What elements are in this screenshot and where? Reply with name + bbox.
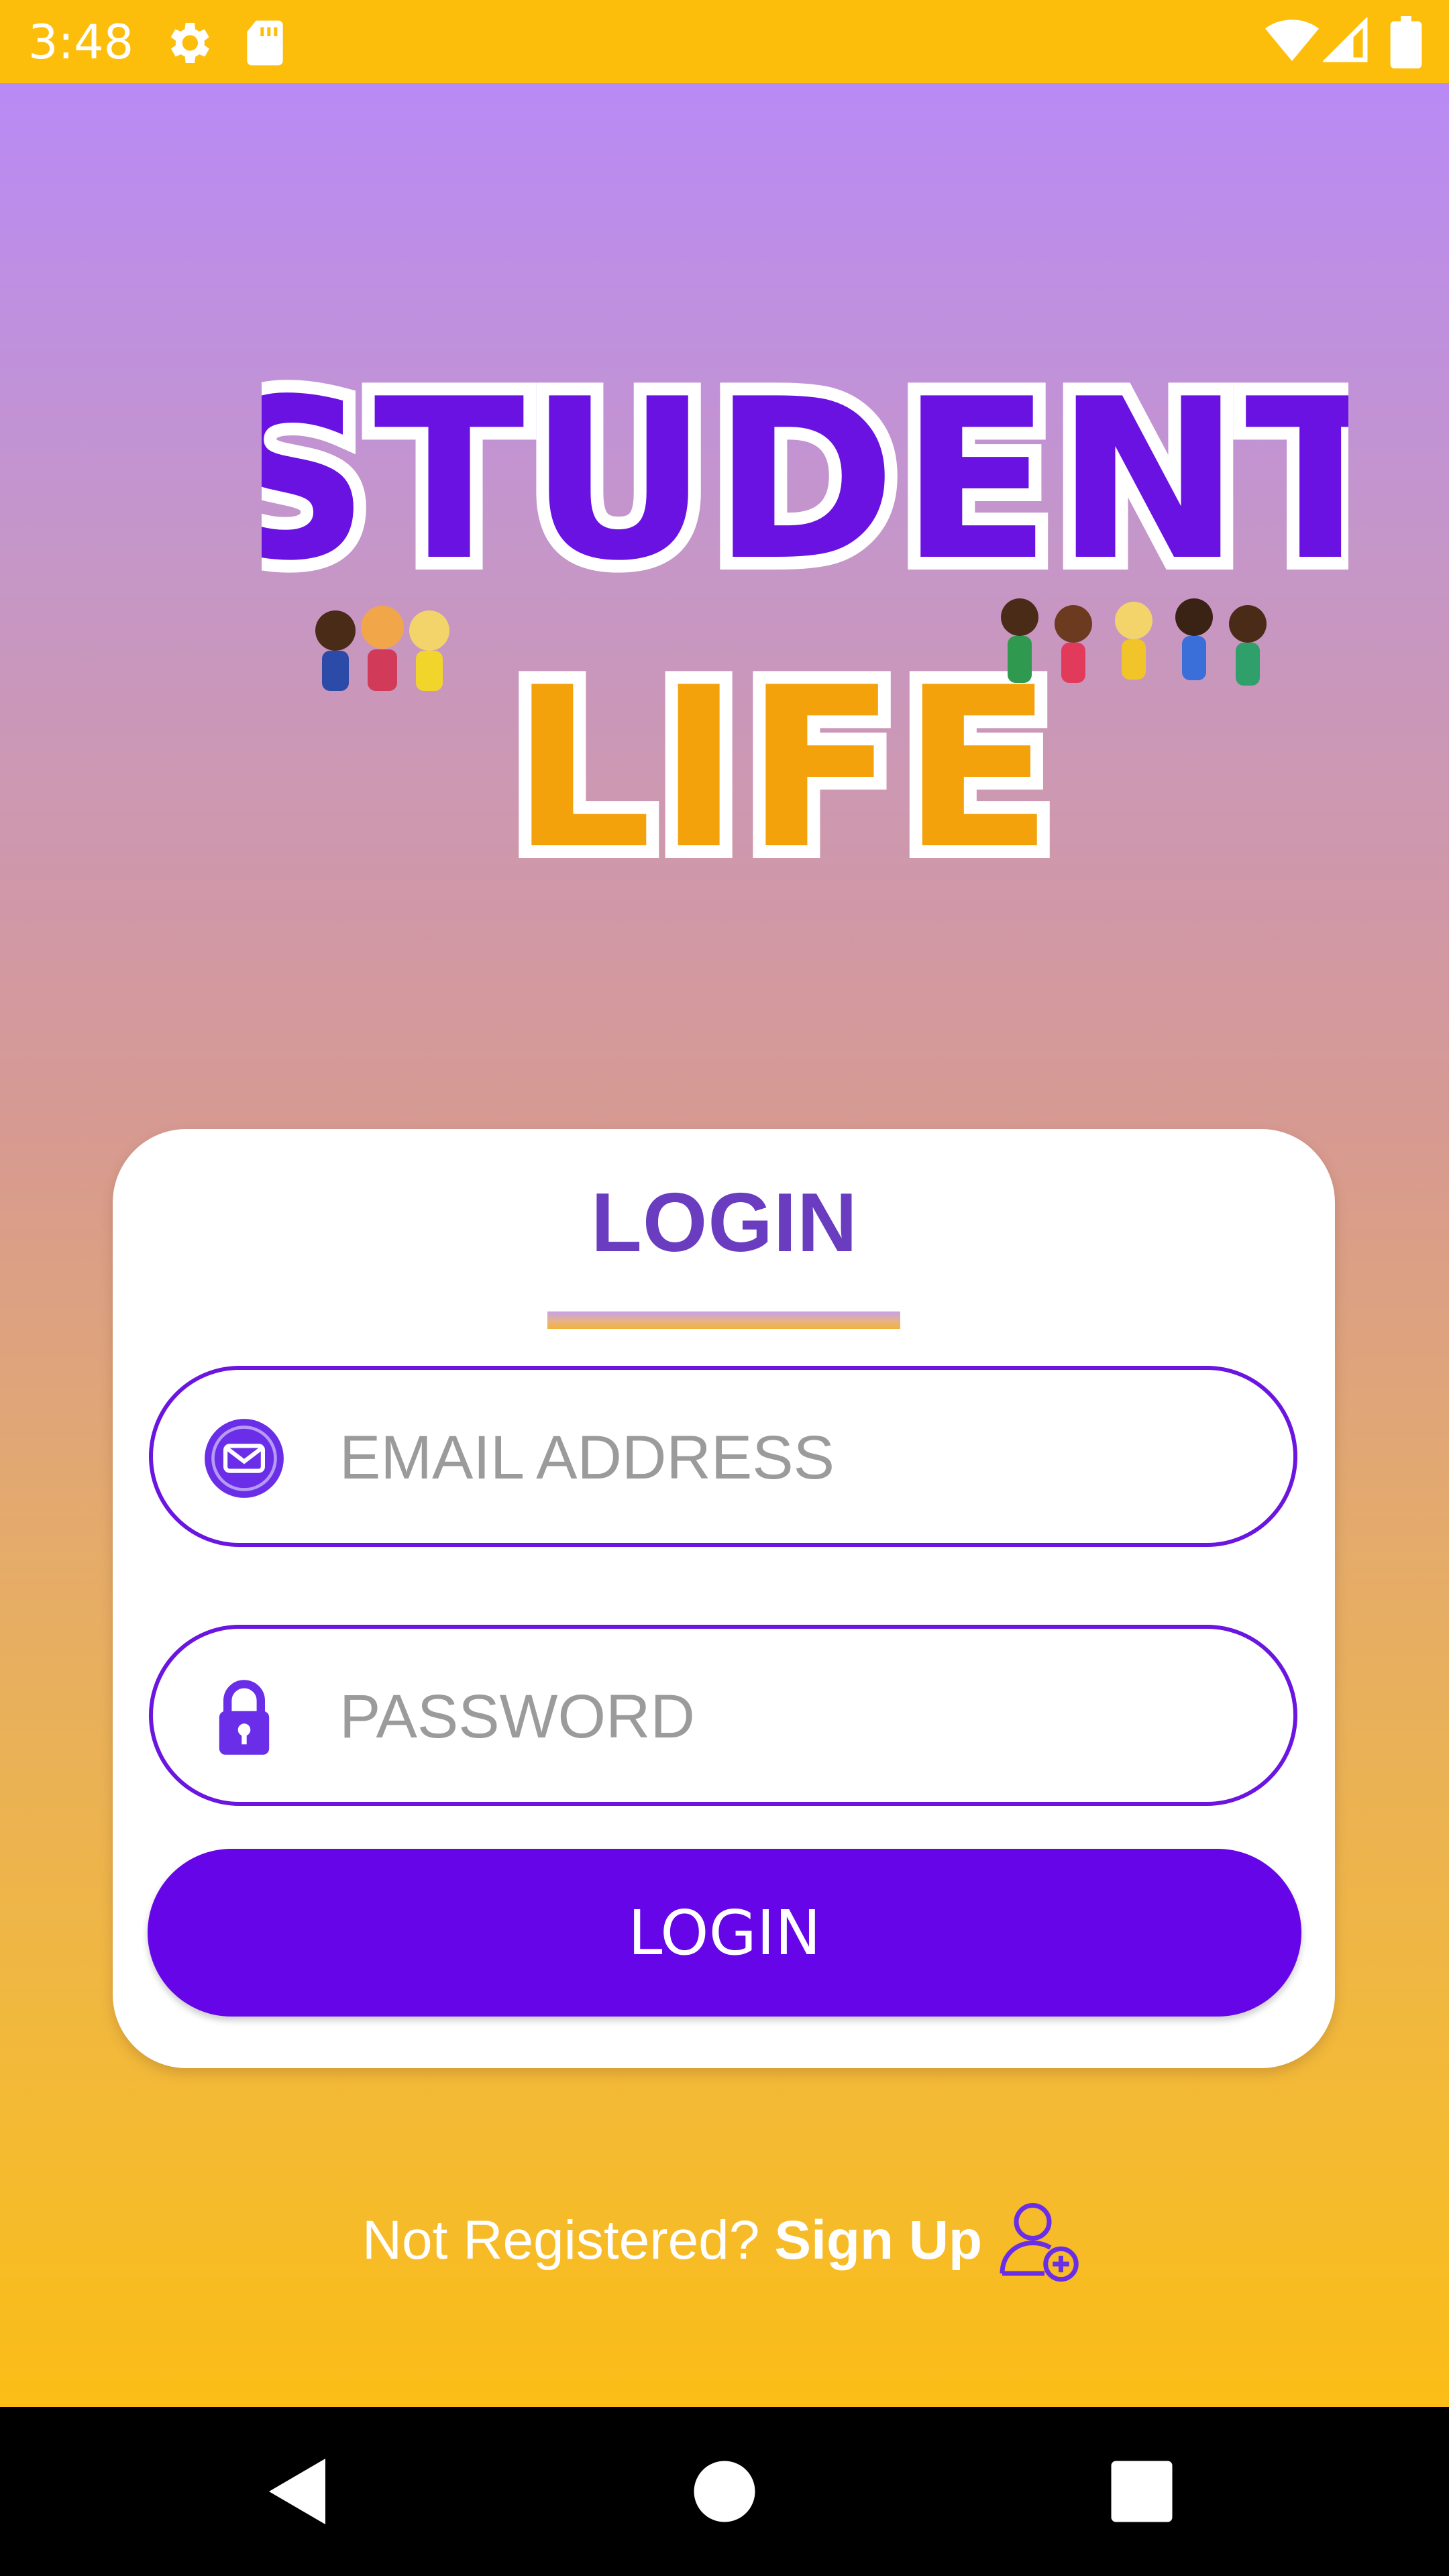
student-life-logo: STUDENT LIFE: [262, 362, 1348, 872]
lock-icon: [219, 1680, 270, 1755]
kids-illustration-left: [315, 606, 449, 691]
password-field[interactable]: [149, 1625, 1297, 1806]
mail-icon: [205, 1419, 284, 1498]
gear-icon: [170, 23, 209, 63]
signal-icon: [1323, 17, 1368, 62]
email-input[interactable]: [338, 1410, 1267, 1505]
add-user-icon[interactable]: [993, 2194, 1087, 2288]
battery-icon: [1390, 16, 1422, 68]
home-icon[interactable]: [678, 2445, 771, 2538]
logo-line2: LIFE: [511, 640, 1059, 872]
wifi-icon: [1265, 19, 1319, 61]
login-button[interactable]: LOGIN: [148, 1849, 1301, 2017]
sd-card-icon: [247, 20, 283, 66]
back-icon[interactable]: [255, 2445, 349, 2538]
navigation-bar: [0, 2407, 1449, 2576]
signup-row: Not Registered? Sign Up: [0, 2194, 1449, 2288]
signup-prompt: Not Registered?: [362, 2210, 760, 2271]
title-underline: [547, 1311, 900, 1329]
password-input[interactable]: [338, 1669, 1267, 1764]
email-field[interactable]: [149, 1366, 1297, 1547]
signup-link[interactable]: Sign Up: [774, 2209, 982, 2272]
login-title: LOGIN: [591, 1177, 858, 1269]
logo-line1: STUDENT: [262, 362, 1348, 609]
status-bar: 3:48: [0, 0, 1449, 83]
status-time: 3:48: [28, 15, 134, 70]
recents-icon[interactable]: [1095, 2445, 1189, 2538]
